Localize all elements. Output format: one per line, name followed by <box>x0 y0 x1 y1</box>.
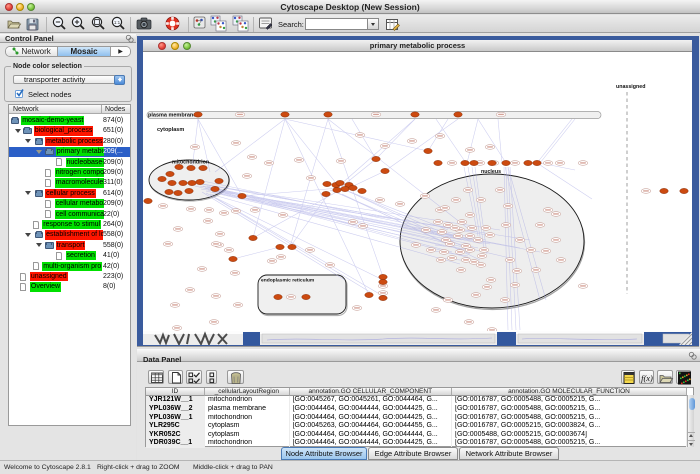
svg-text:1:1: 1:1 <box>114 20 121 25</box>
svg-text:f(x): f(x) <box>641 373 653 383</box>
svg-text:plasma membrane: plasma membrane <box>148 113 196 119</box>
svg-text:endoplasmic reticulum: endoplasmic reticulum <box>261 278 315 284</box>
svg-text:nucleus: nucleus <box>481 169 501 175</box>
svg-text:cytoplasm: cytoplasm <box>157 127 184 133</box>
svg-text:unassigned: unassigned <box>616 84 645 90</box>
